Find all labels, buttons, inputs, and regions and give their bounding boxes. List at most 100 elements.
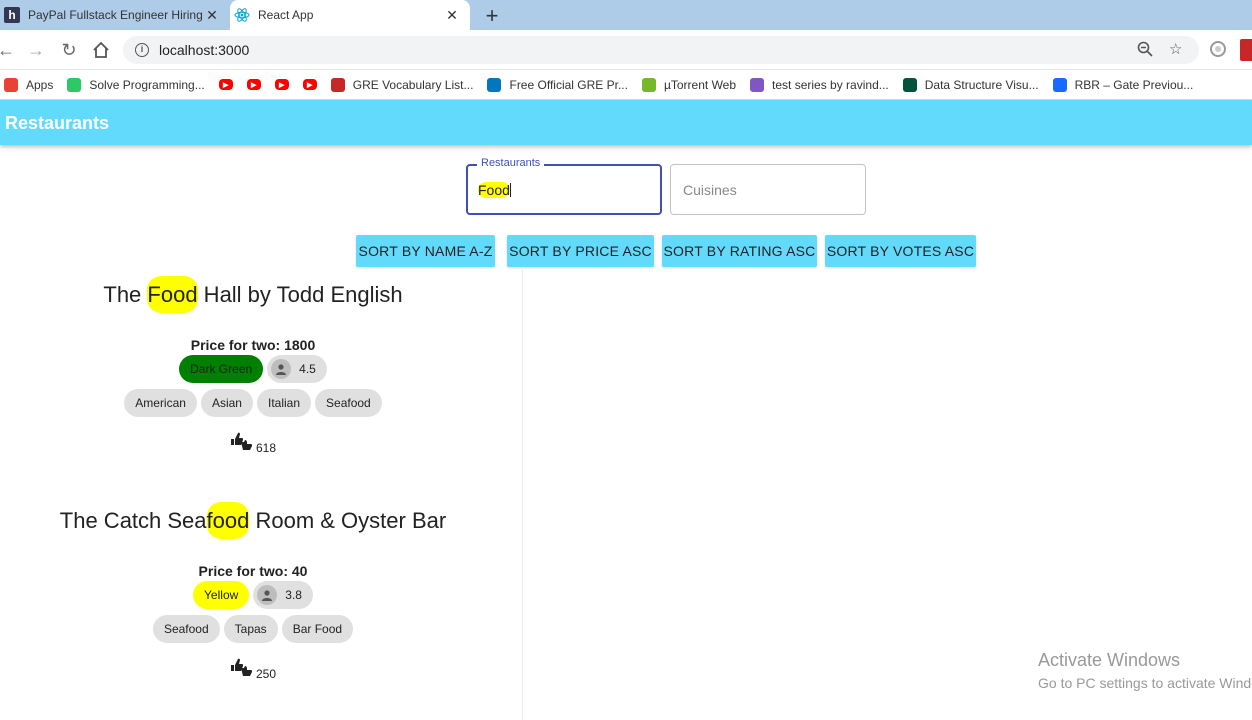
test-series-icon (750, 77, 765, 92)
bookmark-item[interactable]: GRE Vocabulary List... (330, 77, 474, 92)
extension-icon[interactable] (1240, 39, 1252, 61)
browser-toolbar: ← → ↻ i localhost:3000 ☆ (0, 30, 1252, 70)
rating-row: Dark Green 4.5 (0, 355, 506, 383)
watermark-subtitle: Go to PC settings to activate Windows. (1038, 675, 1252, 691)
bookmark-item[interactable]: Solve Programming... (67, 77, 205, 92)
url-text: localhost:3000 (159, 42, 250, 58)
ets-icon (487, 77, 502, 92)
cuisine-chips: Seafood Tapas Bar Food (0, 615, 506, 643)
bookmark-label: Solve Programming... (89, 77, 205, 92)
thumbs-icon (230, 431, 254, 454)
cuisine-chip: Seafood (152, 615, 220, 643)
votes: 250 (0, 657, 506, 680)
site-info-icon[interactable]: i (135, 43, 149, 57)
restaurant-name: The Food Hall by Todd English (0, 275, 506, 315)
react-icon (234, 7, 250, 23)
app-title: Restaurants (5, 113, 110, 133)
tab-title: PayPal Fullstack Engineer Hiring C (28, 8, 202, 22)
bookmark-item[interactable]: ▶ (302, 79, 325, 90)
sort-votes-button[interactable]: SORT BY VOTES ASC (825, 235, 976, 267)
youtube-icon: ▶ (246, 79, 261, 90)
cuisine-search-input[interactable]: Cuisines (670, 164, 866, 215)
bookmark-label: Free Official GRE Pr... (509, 77, 628, 92)
hackerearth-icon: h (4, 7, 20, 23)
rating-color-chip: Dark Green (179, 355, 264, 383)
bookmark-item[interactable]: µTorrent Web (641, 77, 737, 92)
windows-activation-watermark: Activate Windows Go to PC settings to ac… (1038, 650, 1252, 691)
person-icon (271, 359, 292, 379)
address-bar[interactable]: i localhost:3000 ☆ (123, 36, 1199, 64)
bookmark-item[interactable]: RBR – Gate Previou... (1052, 77, 1194, 92)
bookmark-label: Data Structure Visu... (924, 77, 1039, 92)
vote-count: 250 (255, 667, 277, 681)
price-for-two: Price for two: 40 (198, 563, 308, 579)
thumbs-icon (230, 657, 254, 680)
behance-icon (1052, 77, 1067, 92)
hackerrank-icon (67, 77, 82, 92)
gre-icon (330, 77, 345, 92)
cuisine-chip: Italian (256, 389, 312, 417)
watermark-title: Activate Windows (1038, 650, 1181, 670)
browser-tab-paypal[interactable]: h PayPal Fullstack Engineer Hiring C ✕ (0, 0, 230, 30)
bookmarks-bar: Apps Solve Programming... ▶ ▶ ▶ ▶ GRE Vocabula… (0, 70, 1252, 100)
app-header: Restaurants (0, 100, 1252, 145)
close-tab-icon[interactable]: ✕ (202, 7, 222, 24)
bookmark-label: RBR – Gate Previou... (1074, 77, 1194, 92)
bookmark-label: test series by ravind... (772, 77, 889, 92)
restaurant-search-input[interactable]: Restaurants Food (466, 157, 662, 215)
cuisine-chip: Bar Food (281, 615, 354, 643)
youtube-icon: ▶ (218, 79, 233, 90)
tab-title: React App (258, 8, 314, 22)
usf-icon (902, 77, 917, 92)
bookmark-item[interactable]: ▶ (274, 79, 297, 90)
restaurant-name: The Catch Seafood Room & Oyster Bar (0, 501, 506, 541)
search-match-highlight: food (206, 502, 250, 539)
bookmark-star-icon[interactable]: ☆ (1169, 36, 1182, 64)
rating-color-chip: Yellow (193, 581, 250, 609)
votes: 618 (0, 431, 506, 454)
cuisine-chips: American Asian Italian Seafood (0, 389, 506, 417)
sort-price-button[interactable]: SORT BY PRICE ASC (507, 235, 654, 267)
bookmark-item[interactable]: ▶ (218, 79, 241, 90)
rating-chip: 3.8 (253, 581, 313, 609)
column-divider (522, 270, 523, 720)
search-match-highlight: Food (147, 276, 198, 313)
home-icon[interactable] (89, 38, 113, 62)
bookmark-item[interactable]: ▶ (246, 79, 269, 90)
rating-chip: 4.5 (267, 355, 327, 383)
sort-name-button[interactable]: SORT BY NAME A-Z (356, 235, 495, 267)
cuisine-chip: Seafood (315, 389, 382, 417)
cuisine-chip: Asian (200, 389, 253, 417)
bookmark-label: µTorrent Web (663, 77, 737, 92)
extension-icon[interactable] (1208, 39, 1230, 61)
cuisine-chip: Tapas (223, 615, 278, 643)
utorrent-icon (641, 77, 656, 92)
browser-tab-strip: h PayPal Fullstack Engineer Hiring C ✕ R… (0, 0, 1252, 30)
price-for-two: Price for two: 1800 (190, 337, 316, 353)
youtube-icon: ▶ (302, 79, 317, 90)
forward-arrow-icon[interactable]: → (24, 38, 48, 62)
bookmark-item[interactable]: test series by ravind... (750, 77, 889, 92)
new-tab-button[interactable]: + (480, 3, 504, 29)
restaurant-card: The Catch Seafood Room & Oyster Bar Price… (0, 501, 506, 680)
bookmark-label: Apps (26, 77, 54, 92)
cuisine-search-placeholder: Cuisines (683, 182, 737, 198)
reload-icon[interactable]: ↻ (57, 38, 81, 62)
close-tab-icon[interactable]: ✕ (442, 7, 462, 24)
zoom-icon[interactable] (1137, 36, 1153, 64)
youtube-icon: ▶ (274, 79, 289, 90)
sort-rating-button[interactable]: SORT BY RATING ASC (662, 235, 817, 267)
bookmark-item[interactable]: Free Official GRE Pr... (487, 77, 628, 92)
restaurant-search-value: Food (478, 182, 511, 198)
person-icon (257, 585, 278, 605)
bookmark-item[interactable]: Data Structure Visu... (902, 77, 1039, 92)
bookmark-item[interactable]: Apps (4, 77, 54, 92)
bookmark-label: GRE Vocabulary List... (352, 77, 474, 92)
browser-tab-react-app[interactable]: React App ✕ (230, 0, 470, 30)
vote-count: 618 (255, 441, 277, 455)
rating-row: Yellow 3.8 (0, 581, 506, 609)
apps-grid-icon (4, 77, 18, 92)
restaurant-card: The Food Hall by Todd English Price for t… (0, 275, 506, 454)
restaurant-search-label: Restaurants (477, 157, 545, 169)
back-arrow-icon[interactable]: ← (0, 38, 18, 62)
